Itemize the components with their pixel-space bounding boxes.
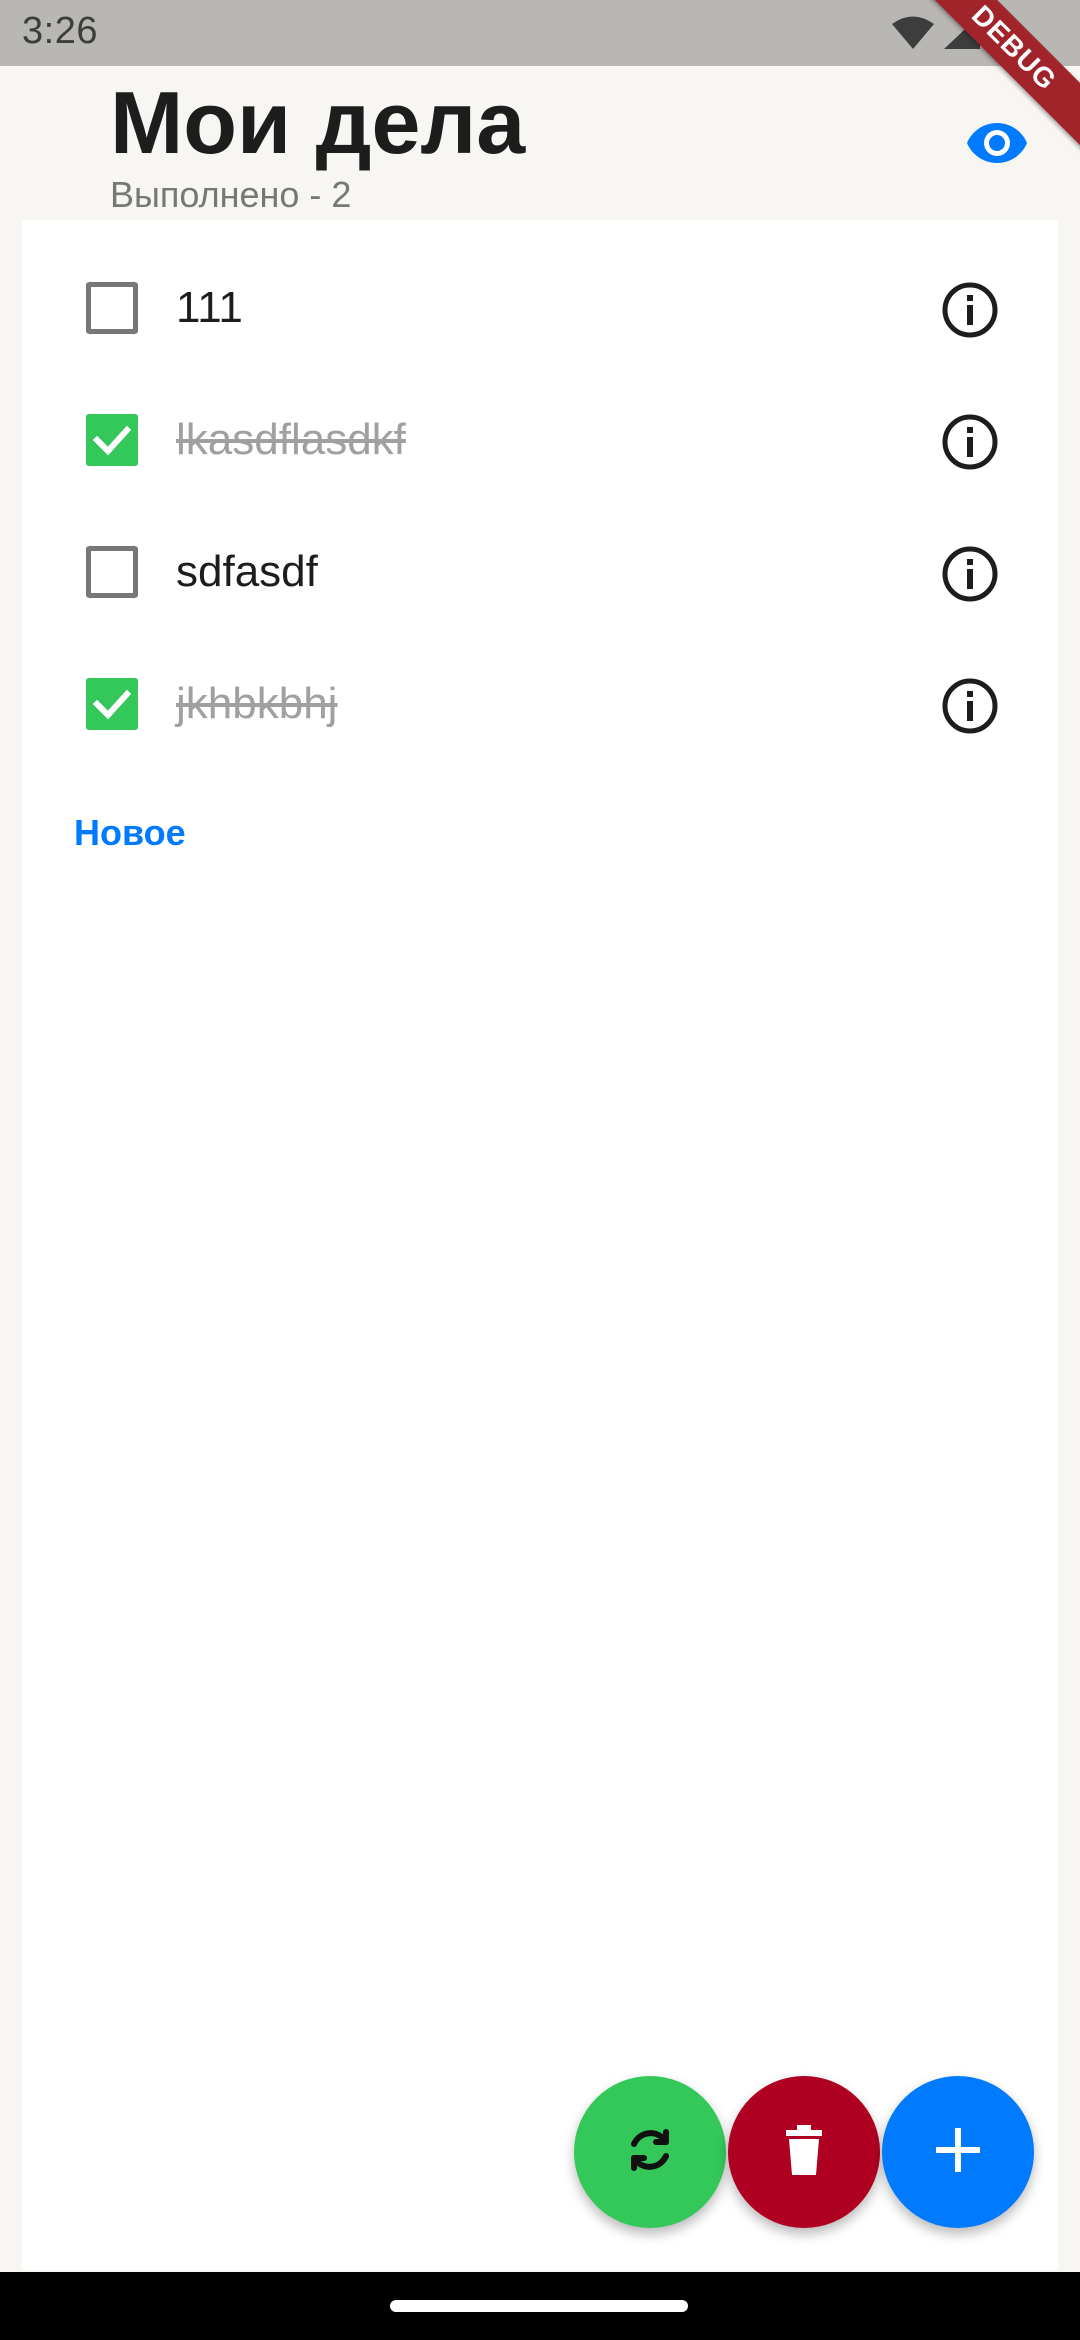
trash-icon [784,2124,824,2180]
add-task-button[interactable] [882,2076,1034,2228]
task-checkbox[interactable] [86,414,138,466]
screen: 3:26 DEBUG Мои дела Выполнено - 2 111 lka… [0,0,1080,2340]
info-icon[interactable] [940,280,1000,340]
checkmark-icon [92,689,132,720]
task-row[interactable]: sdfasdf [22,506,1058,638]
task-checkbox[interactable] [86,546,138,598]
task-text: jkhbkbhj [176,679,338,728]
task-text: sdfasdf [176,547,318,596]
page-title: Мои дела [110,73,526,172]
task-text: 111 [176,283,243,332]
delete-button[interactable] [728,2076,880,2228]
task-row[interactable]: 111 [22,242,1058,374]
task-list-card: 111 lkasdflasdkf sdfasdf jkhbkbhj Новое [22,220,1058,2270]
new-task-link[interactable]: Новое [74,812,186,854]
refresh-button[interactable] [574,2076,726,2228]
status-time: 3:26 [22,10,98,52]
info-icon[interactable] [940,676,1000,736]
task-checkbox[interactable] [86,282,138,334]
status-bar: 3:26 DEBUG [0,0,1080,156]
checkmark-icon [92,425,132,456]
task-checkbox[interactable] [86,678,138,730]
completed-count: Выполнено - 2 [110,174,352,215]
task-text: lkasdflasdkf [176,415,406,464]
refresh-icon [622,2122,678,2183]
eye-icon [966,122,1028,169]
task-row[interactable]: lkasdflasdkf [22,374,1058,506]
toggle-visibility-button[interactable] [964,112,1030,178]
info-icon[interactable] [940,544,1000,604]
plus-icon [936,2127,980,2177]
task-row[interactable]: jkhbkbhj [22,638,1058,770]
home-indicator[interactable] [390,2300,688,2312]
navigation-bar [0,2272,1080,2340]
wifi-icon [892,15,934,54]
info-icon[interactable] [940,412,1000,472]
